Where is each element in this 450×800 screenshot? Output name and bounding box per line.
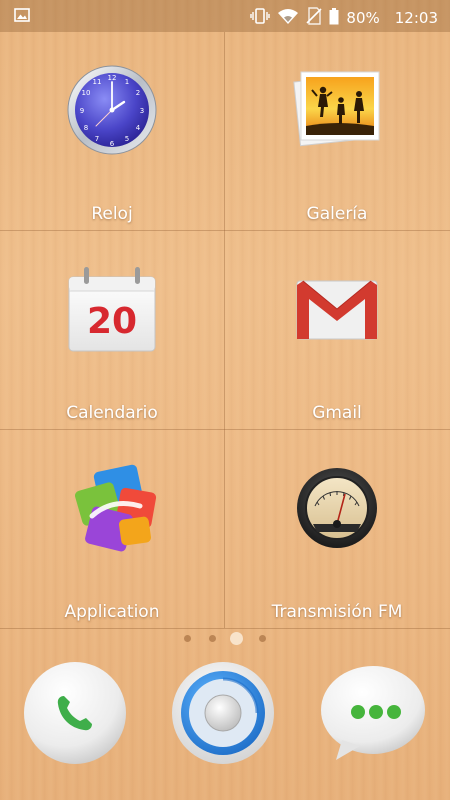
calendar-icon: 20: [62, 259, 162, 359]
page-dot[interactable]: [259, 635, 266, 642]
gallery-icon: [287, 60, 387, 160]
fm-radio-icon: [287, 458, 387, 558]
dock-phone-button[interactable]: [22, 660, 128, 766]
app-label: Reloj: [91, 204, 133, 224]
app-label: Galería: [306, 204, 368, 224]
app-label: Calendario: [66, 403, 158, 423]
clock-time: 12:03: [394, 9, 438, 27]
app-tile-calendario[interactable]: 20 Calendario: [0, 231, 224, 430]
svg-text:9: 9: [80, 107, 84, 115]
app-tile-galeria[interactable]: Galería: [225, 32, 449, 231]
svg-text:6: 6: [110, 140, 115, 148]
svg-text:12: 12: [108, 74, 117, 82]
wifi-icon: [277, 8, 299, 28]
svg-text:11: 11: [93, 78, 102, 86]
app-label: Transmisión FM: [271, 602, 403, 622]
app-tile-fm-radio[interactable]: Transmisión FM: [225, 430, 449, 629]
app-tile-gmail[interactable]: Gmail: [225, 231, 449, 430]
svg-text:5: 5: [125, 135, 129, 143]
battery-percent: 80%: [346, 9, 380, 27]
svg-text:8: 8: [84, 124, 88, 132]
status-bar: 80% 12:03: [0, 0, 450, 32]
calendar-date: 20: [87, 301, 137, 342]
svg-text:4: 4: [136, 124, 141, 132]
application-icon: [62, 458, 162, 558]
messages-icon: [321, 666, 425, 760]
clock-icon: 12 1 2 3 45 6 78 9 10 11: [62, 60, 162, 160]
svg-text:2: 2: [136, 89, 140, 97]
app-label: Application: [64, 602, 160, 622]
battery-icon: [329, 7, 339, 29]
svg-text:3: 3: [140, 107, 144, 115]
dock-home-launcher-button[interactable]: [170, 660, 276, 766]
vibrate-icon: [250, 8, 271, 28]
phone-icon: [24, 662, 126, 764]
dock-messages-button[interactable]: [320, 660, 426, 766]
home-launcher-icon: [172, 662, 274, 764]
no-sim-icon: [306, 7, 322, 29]
gmail-icon: [287, 259, 387, 359]
image-notification-icon: [14, 8, 30, 26]
page-dot[interactable]: [184, 635, 191, 642]
svg-text:1: 1: [125, 78, 129, 86]
page-indicator: [0, 632, 450, 645]
app-label: Gmail: [312, 403, 362, 423]
page-dot-active[interactable]: [230, 632, 243, 645]
app-tile-reloj[interactable]: 12 1 2 3 45 6 78 9 10 11 Reloj: [0, 32, 224, 231]
page-dot[interactable]: [209, 635, 216, 642]
svg-text:7: 7: [95, 135, 99, 143]
svg-text:10: 10: [82, 89, 91, 97]
app-tile-application[interactable]: Application: [0, 430, 224, 629]
